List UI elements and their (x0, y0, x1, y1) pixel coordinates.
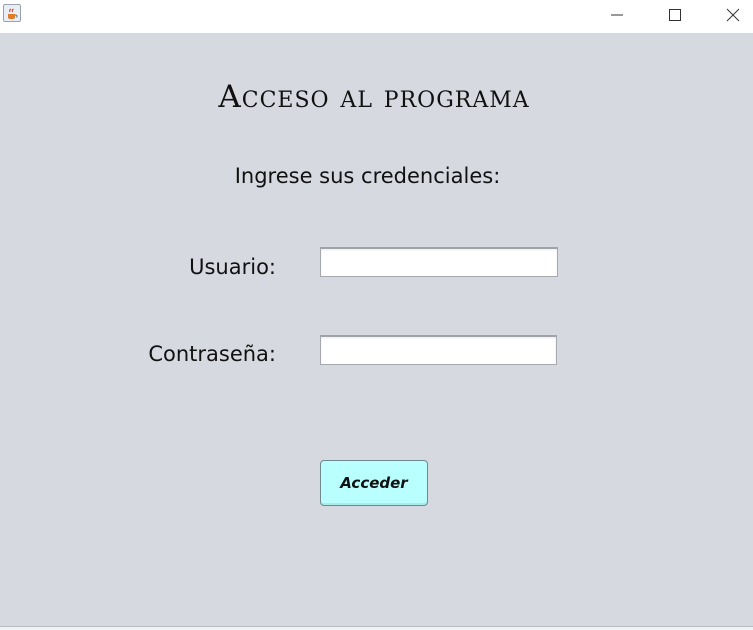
close-button[interactable] (710, 0, 753, 30)
credentials-prompt: Ingrese sus credenciales: (234, 164, 501, 188)
password-label: Contraseña: (148, 342, 276, 366)
username-field[interactable] (320, 247, 558, 277)
password-field[interactable] (320, 335, 557, 365)
maximize-button[interactable] (652, 0, 698, 30)
java-cup-icon[interactable] (3, 4, 21, 22)
login-button[interactable]: Acceder (320, 460, 428, 506)
maximize-icon (669, 9, 681, 21)
minimize-icon (611, 14, 623, 16)
close-icon (726, 8, 740, 22)
page-title: Acceso al programa (218, 79, 530, 115)
login-panel (0, 33, 753, 626)
window-bottom-border (0, 626, 753, 630)
minimize-button[interactable] (594, 0, 640, 30)
window-titlebar (0, 0, 753, 33)
username-label: Usuario: (189, 255, 276, 279)
